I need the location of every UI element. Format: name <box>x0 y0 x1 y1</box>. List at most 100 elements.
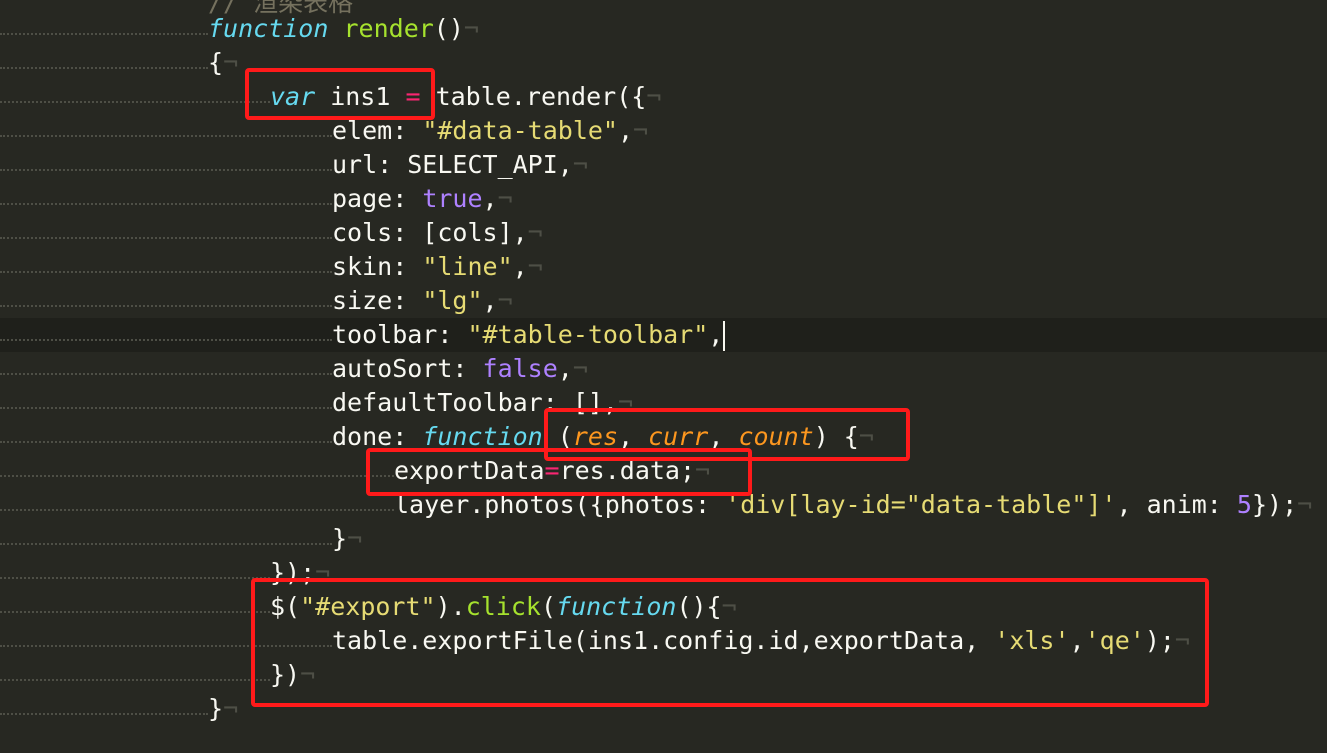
code-line[interactable]: layer.photos({photos: 'div[lay-id="data-… <box>0 488 1327 522</box>
code-line[interactable]: toolbar: "#table-toolbar", <box>0 318 1327 352</box>
code-token: function <box>422 422 543 451</box>
code-token: } <box>332 524 348 553</box>
code-token: function <box>556 592 677 621</box>
line-end-marker: ¬ <box>695 456 711 485</box>
whitespace-guide <box>0 119 332 137</box>
code-token: , <box>482 184 498 213</box>
line-end-marker: ¬ <box>617 388 634 417</box>
line-end-marker: ¬ <box>463 14 479 43</box>
whitespace-guide <box>0 561 270 579</box>
code-token: 'xls' <box>994 626 1070 655</box>
code-token: "line" <box>422 252 513 281</box>
line-end-marker: ¬ <box>497 286 513 315</box>
code-line[interactable]: })¬ <box>0 658 1327 692</box>
code-line[interactable]: table.exportFile(ins1.config.id,exportDa… <box>0 624 1327 658</box>
code-token: var <box>270 82 316 111</box>
whitespace-guide <box>0 17 208 35</box>
whitespace-guide <box>0 697 208 715</box>
code-token: ). <box>435 592 466 621</box>
line-end-marker: ¬ <box>1297 490 1313 519</box>
code-token: }); <box>270 558 316 587</box>
code-token: , <box>512 252 528 281</box>
code-token: , <box>708 320 724 349</box>
line-end-marker: ¬ <box>527 252 543 281</box>
text-cursor <box>723 321 726 351</box>
line-end-marker: ¬ <box>223 48 239 77</box>
code-line[interactable]: }¬ <box>0 692 1327 726</box>
code-token: , <box>617 116 634 145</box>
code-line[interactable]: var ins1 = table.render({¬ <box>0 80 1327 114</box>
code-token: , <box>1069 626 1085 655</box>
code-token: table.render({ <box>420 82 647 111</box>
code-token: false <box>482 354 558 383</box>
line-end-marker: ¬ <box>315 558 331 587</box>
whitespace-guide <box>0 391 332 409</box>
code-line[interactable]: cols: [cols],¬ <box>0 216 1327 250</box>
line-end-marker: ¬ <box>223 694 239 723</box>
code-line[interactable]: }¬ <box>0 522 1327 556</box>
code-token: count <box>738 422 814 451</box>
line-end-marker: ¬ <box>572 150 588 179</box>
code-token: size: <box>332 286 423 315</box>
code-token: done: <box>332 422 423 451</box>
code-token: (){ <box>676 592 722 621</box>
whitespace-guide <box>0 493 394 511</box>
whitespace-guide <box>0 0 208 9</box>
code-token: curr <box>648 422 709 451</box>
code-line[interactable]: skin: "line",¬ <box>0 250 1327 284</box>
code-line[interactable]: size: "lg",¬ <box>0 284 1327 318</box>
code-token: "#data-table" <box>422 116 618 145</box>
code-line[interactable]: elem: "#data-table",¬ <box>0 114 1327 148</box>
whitespace-guide <box>0 221 332 239</box>
code-token: layer.photos({photos: <box>394 490 726 519</box>
code-token: function <box>208 14 329 43</box>
code-line[interactable]: {¬ <box>0 46 1327 80</box>
line-end-marker: ¬ <box>527 218 543 247</box>
code-token: res.data; <box>559 456 696 485</box>
whitespace-guide <box>0 527 332 545</box>
code-line[interactable]: url: SELECT_API,¬ <box>0 148 1327 182</box>
code-token: , anim: <box>1116 490 1237 519</box>
code-token: , <box>618 422 649 451</box>
code-line[interactable]: autoSort: false,¬ <box>0 352 1327 386</box>
whitespace-guide <box>0 459 394 477</box>
code-token: } <box>208 694 224 723</box>
code-token: }); <box>1251 490 1298 519</box>
code-line[interactable]: done: function (res, curr, count) {¬ <box>0 420 1327 454</box>
code-token: ins1 <box>315 82 406 111</box>
line-end-marker: ¬ <box>721 592 737 621</box>
code-token: toolbar: <box>332 320 468 349</box>
code-token: 'div[lay-id="data-table"]' <box>725 490 1117 519</box>
whitespace-guide <box>0 85 270 103</box>
line-end-marker: ¬ <box>646 82 662 111</box>
code-token: , <box>482 286 498 315</box>
code-line[interactable]: });¬ <box>0 556 1327 590</box>
code-token: url: SELECT_API, <box>332 150 573 179</box>
code-token: , <box>708 422 739 451</box>
code-token: 5 <box>1236 490 1252 519</box>
code-token: click <box>465 592 541 621</box>
whitespace-guide <box>0 153 332 171</box>
code-token: table.exportFile(ins1.config.id,exportDa… <box>332 626 995 655</box>
code-token: , <box>557 354 573 383</box>
code-token: "#table-toolbar" <box>467 320 709 349</box>
code-token: render <box>343 14 434 43</box>
code-token: defaultToolbar: [], <box>332 388 618 417</box>
code-line[interactable]: $("#export").click(function(){¬ <box>0 590 1327 624</box>
line-end-marker: ¬ <box>633 116 649 145</box>
whitespace-guide <box>0 629 332 647</box>
code-line[interactable]: page: true,¬ <box>0 182 1327 216</box>
code-line[interactable]: function render()¬ <box>0 12 1327 46</box>
code-token: "#export" <box>300 592 436 621</box>
whitespace-guide <box>0 663 270 681</box>
whitespace-guide <box>0 51 208 69</box>
code-editor[interactable]: // 渲染表格 function render()¬ {¬ var ins1 = ta… <box>0 0 1327 753</box>
code-token: }) <box>270 660 301 689</box>
code-token: autoSort: <box>332 354 483 383</box>
code-token: = <box>405 82 421 111</box>
code-token: res <box>572 422 618 451</box>
code-token: elem: <box>332 116 423 145</box>
code-line[interactable]: exportData=res.data;¬ <box>0 454 1327 488</box>
code-line[interactable]: defaultToolbar: [],¬ <box>0 386 1327 420</box>
